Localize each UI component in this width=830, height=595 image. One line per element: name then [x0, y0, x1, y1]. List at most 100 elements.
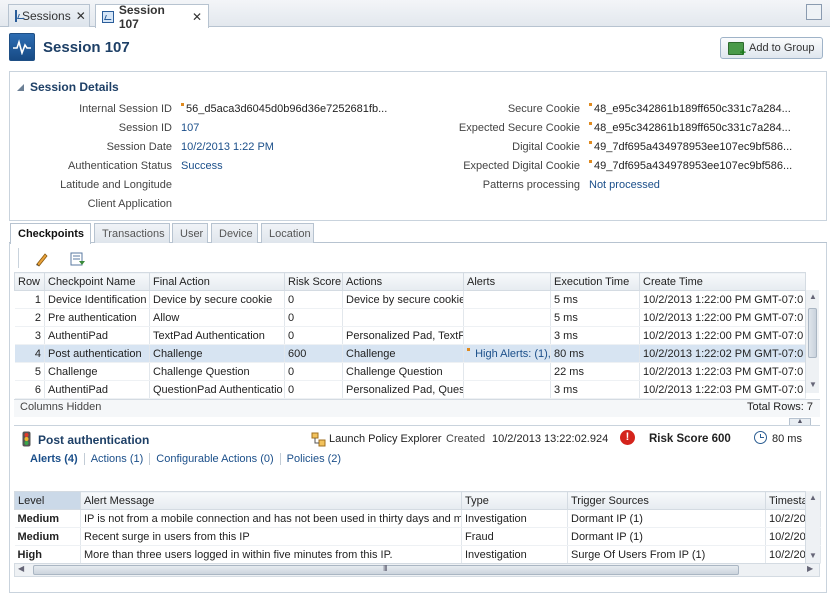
cell-risk-score: 0: [284, 290, 343, 309]
subtab-configurable-actions[interactable]: Configurable Actions (0): [150, 453, 281, 465]
session-date-value: 10/2/2013 1:22 PM: [181, 141, 274, 153]
checkpoints-table: Row Checkpoint Name Final Action Risk Sc…: [14, 272, 806, 399]
patterns-processing-label: Patterns processing: [482, 179, 580, 191]
tab-session-107[interactable]: Session 107 ✕: [95, 2, 209, 31]
close-icon[interactable]: ✕: [192, 10, 202, 24]
column-header-final-action[interactable]: Final Action: [149, 272, 285, 291]
expected-secure-cookie-value: 48_e95c342861b189ff650c331c7a284...: [589, 122, 791, 134]
column-header-risk-score[interactable]: Risk Score: [284, 272, 343, 291]
tab-checkpoints[interactable]: Checkpoints: [10, 223, 91, 244]
tab-user[interactable]: User: [172, 223, 208, 243]
cell-execution-time: 22 ms: [550, 362, 640, 381]
checkpoints-vertical-scrollbar[interactable]: ▲ ▼: [805, 290, 819, 393]
column-header-alert-message[interactable]: Alert Message: [80, 491, 462, 510]
tab-device[interactable]: Device: [211, 223, 258, 243]
table-row[interactable]: High More than three users logged in wit…: [14, 545, 821, 564]
cell-trigger-sources[interactable]: Dormant IP (1): [567, 527, 766, 546]
scroll-up-icon[interactable]: ▲: [809, 493, 817, 502]
export-icon[interactable]: [70, 251, 86, 270]
launch-policy-explorer-link[interactable]: Launch Policy Explorer: [329, 433, 442, 445]
cell-row: 6: [14, 380, 45, 399]
cell-alerts[interactable]: High Alerts: (1),: [463, 344, 551, 363]
cell-alerts: [463, 290, 551, 309]
cell-checkpoint-name: AuthentiPad: [44, 326, 150, 345]
tab-location[interactable]: Location: [261, 223, 314, 243]
table-row[interactable]: 1 Device Identification Device by secure…: [14, 290, 806, 309]
column-header-checkpoint-name[interactable]: Checkpoint Name: [44, 272, 150, 291]
tab-transactions[interactable]: Transactions: [94, 223, 170, 243]
toolbar-divider: [18, 248, 19, 268]
session-details-header[interactable]: Session Details: [17, 80, 119, 94]
created-value: 10/2/2013 13:22:02.924: [492, 433, 609, 445]
table-row[interactable]: Medium Recent surge in users from this I…: [14, 527, 821, 546]
add-to-group-button[interactable]: Add to Group: [720, 37, 823, 59]
table-row[interactable]: 5 Challenge Challenge Question 0 Challen…: [14, 362, 806, 381]
cell-alert-message[interactable]: IP is not from a mobile connection and h…: [80, 509, 462, 528]
high-alerts-link[interactable]: High Alerts: (1),: [475, 348, 549, 360]
session-icon: [15, 10, 17, 22]
cell-final-action: Challenge: [149, 344, 285, 363]
cell-risk-score: 0: [284, 326, 343, 345]
window-menu-icon[interactable]: [806, 4, 822, 20]
column-header-trigger-sources[interactable]: Trigger Sources: [567, 491, 766, 510]
cell-risk-score: 0: [284, 308, 343, 327]
cell-alerts: [463, 362, 551, 381]
cell-alert-message[interactable]: Recent surge in users from this IP: [80, 527, 462, 546]
session-date-label: Session Date: [106, 141, 172, 153]
cell-checkpoint-name: Device Identification: [44, 290, 150, 309]
table-row[interactable]: 6 AuthentiPad QuestionPad Authenticatio …: [14, 380, 806, 399]
cell-risk-score: 0: [284, 380, 343, 399]
close-icon[interactable]: ✕: [76, 9, 86, 23]
column-header-actions[interactable]: Actions: [342, 272, 464, 291]
policy-explorer-icon[interactable]: [311, 432, 326, 450]
column-header-row[interactable]: Row: [14, 272, 45, 291]
column-header-alerts[interactable]: Alerts: [463, 272, 551, 291]
scroll-down-icon[interactable]: ▼: [809, 551, 817, 560]
column-header-level[interactable]: Level: [14, 491, 81, 510]
edit-icon[interactable]: [34, 251, 50, 270]
table-row[interactable]: Medium IP is not from a mobile connectio…: [14, 509, 821, 528]
column-header-type[interactable]: Type: [461, 491, 568, 510]
tab-sessions[interactable]: Sessions ✕: [8, 4, 90, 27]
cell-create-time: 10/2/2013 1:22:00 PM GMT-07:0: [639, 308, 806, 327]
auth-status-label: Authentication Status: [68, 160, 172, 172]
tab-session-107-label: Session 107: [118, 2, 165, 31]
column-header-execution-time[interactable]: Execution Time: [550, 272, 640, 291]
session-icon: [102, 10, 114, 23]
alert-icon: !: [620, 430, 635, 445]
cell-checkpoint-name: AuthentiPad: [44, 380, 150, 399]
tab-sessions-label: Sessions: [22, 9, 71, 23]
cell-alert-message[interactable]: More than three users logged in within f…: [80, 545, 462, 564]
table-row[interactable]: 2 Pre authentication Allow 0 5 ms 10/2/2…: [14, 308, 806, 327]
scroll-down-icon[interactable]: ▼: [809, 380, 817, 389]
session-id-label: Session ID: [118, 122, 172, 134]
table-row[interactable]: 3 AuthentiPad TextPad Authentication 0 P…: [14, 326, 806, 345]
cell-actions: Challenge: [342, 344, 464, 363]
subtab-alerts[interactable]: Alerts (4): [30, 453, 85, 465]
cell-level: Medium: [14, 527, 81, 546]
cell-trigger-sources[interactable]: Surge Of Users From IP (1): [567, 545, 766, 564]
scroll-thumb[interactable]: [808, 308, 817, 358]
cell-actions: [342, 308, 464, 327]
lat-long-label: Latitude and Longitude: [60, 179, 172, 191]
alerts-vertical-scrollbar[interactable]: ▲ ▼: [805, 491, 820, 563]
scroll-left-icon[interactable]: ◀: [18, 564, 24, 573]
subtab-actions[interactable]: Actions (1): [85, 453, 151, 465]
scroll-up-icon[interactable]: ▲: [809, 292, 817, 301]
column-header-create-time[interactable]: Create Time: [639, 272, 806, 291]
alerts-horizontal-scrollbar[interactable]: ◀ III ▶: [14, 563, 820, 577]
table-row-selected[interactable]: 4 Post authentication Challenge 600 Chal…: [14, 344, 806, 363]
cell-final-action: TextPad Authentication: [149, 326, 285, 345]
table-header-row: Row Checkpoint Name Final Action Risk Sc…: [14, 272, 806, 291]
cell-checkpoint-name: Pre authentication: [44, 308, 150, 327]
scroll-right-icon[interactable]: ▶: [807, 564, 813, 573]
page-title: Session 107: [43, 39, 130, 56]
cell-alerts: [463, 326, 551, 345]
expected-digital-cookie-label: Expected Digital Cookie: [463, 160, 580, 172]
subtab-policies[interactable]: Policies (2): [281, 453, 347, 465]
cell-trigger-sources[interactable]: Dormant IP (1): [567, 509, 766, 528]
splitter[interactable]: [14, 425, 820, 426]
splitter-collapse-icon[interactable]: ▲: [789, 418, 811, 425]
cell-actions: Personalized Pad, Questi: [342, 380, 464, 399]
cell-level: Medium: [14, 509, 81, 528]
